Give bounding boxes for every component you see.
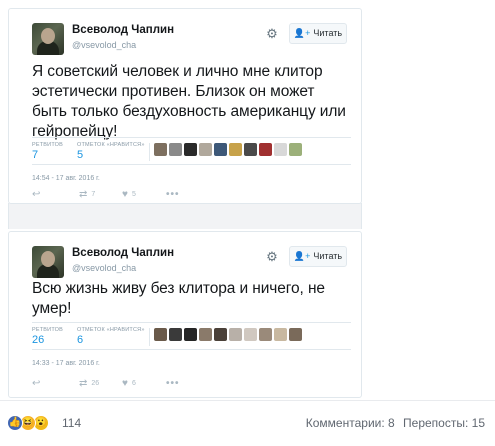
add-user-icon: 👤+: [293, 28, 311, 38]
follow-button[interactable]: 👤+ Читать: [289, 246, 347, 267]
retweet-action-count: 26: [91, 380, 100, 387]
liker-avatar[interactable]: [169, 328, 182, 341]
reactions[interactable]: 👍 😆 😮: [7, 415, 49, 431]
retweets-stat[interactable]: РЕТВИТОВ 26: [32, 327, 63, 346]
liker-avatar[interactable]: [184, 328, 197, 341]
liker-avatar[interactable]: [289, 328, 302, 341]
add-user-icon: 👤+: [293, 251, 311, 261]
like-action-count: 6: [131, 380, 136, 387]
liker-avatar[interactable]: [229, 328, 242, 341]
liker-avatar[interactable]: [214, 328, 227, 341]
liker-avatar[interactable]: [154, 143, 167, 156]
engagement-counts: Комментарии: 8 Перепосты: 15: [306, 416, 485, 430]
like-action-count: 5: [131, 191, 136, 198]
liker-avatar[interactable]: [259, 328, 272, 341]
liker-avatar[interactable]: [289, 143, 302, 156]
like-reaction-icon: 👍: [7, 415, 23, 431]
liker-avatar[interactable]: [154, 328, 167, 341]
retweets-count: 26: [32, 334, 45, 346]
likes-label: ОТМЕТОК «НРАВИТСЯ»: [77, 142, 145, 148]
tweet-separator: [8, 203, 362, 229]
likes-stat[interactable]: ОТМЕТОК «НРАВИТСЯ» 6: [77, 327, 145, 346]
retweet-action-count: 7: [91, 191, 96, 198]
liker-avatar[interactable]: [199, 143, 212, 156]
retweet-button[interactable]: ⇄ 26: [79, 378, 99, 389]
liker-avatar[interactable]: [259, 143, 272, 156]
more-icon[interactable]: •••: [166, 189, 180, 200]
tweet-actions: ↩ ⇄ 26 ♥ 6 •••: [32, 378, 232, 392]
reply-icon[interactable]: ↩: [32, 189, 40, 200]
heart-icon: ♥: [122, 189, 128, 200]
liker-avatars: [154, 143, 302, 157]
retweet-button[interactable]: ⇄ 7: [79, 189, 95, 200]
retweets-count: 7: [32, 149, 39, 161]
gear-icon[interactable]: ⚙: [265, 250, 279, 264]
liker-avatar[interactable]: [244, 143, 257, 156]
retweet-icon: ⇄: [79, 378, 88, 389]
avatar[interactable]: [32, 246, 64, 278]
likes-stat[interactable]: ОТМЕТОК «НРАВИТСЯ» 5: [77, 142, 145, 161]
author-handle[interactable]: @vsevolod_cha: [72, 263, 136, 273]
tweet-stats: РЕТВИТОВ 26 ОТМЕТОК «НРАВИТСЯ» 6: [32, 322, 351, 350]
likes-count: 6: [77, 334, 84, 346]
embedded-tweet: Всеволод Чаплин @vsevolod_cha ⚙ 👤+ Читать…: [8, 8, 362, 204]
likes-label: ОТМЕТОК «НРАВИТСЯ»: [77, 327, 145, 333]
liker-avatars: [154, 328, 302, 342]
like-button[interactable]: ♥ 6: [122, 378, 136, 389]
liker-avatar[interactable]: [184, 143, 197, 156]
like-button[interactable]: ♥ 5: [122, 189, 136, 200]
comments-link[interactable]: Комментарии: 8: [306, 416, 395, 430]
author-handle[interactable]: @vsevolod_cha: [72, 40, 136, 50]
heart-icon: ♥: [122, 378, 128, 389]
tweet-timestamp[interactable]: 14:54 - 17 авг. 2016 г.: [32, 175, 100, 182]
liker-avatar[interactable]: [274, 328, 287, 341]
liker-avatar[interactable]: [199, 328, 212, 341]
liker-avatar[interactable]: [169, 143, 182, 156]
retweet-icon: ⇄: [79, 189, 88, 200]
screenshot-stage: Всеволод Чаплин @vsevolod_cha ⚙ 👤+ Читать…: [0, 0, 495, 400]
follow-label: Читать: [313, 251, 343, 261]
divider: [149, 328, 150, 346]
tweet-timestamp[interactable]: 14:33 - 17 авг. 2016 г.: [32, 360, 100, 367]
likes-count: 5: [77, 149, 84, 161]
more-icon[interactable]: •••: [166, 378, 180, 389]
follow-label: Читать: [313, 28, 343, 38]
follow-button[interactable]: 👤+ Читать: [289, 23, 347, 44]
post-footer: 👍 😆 😮 114 Комментарии: 8 Перепосты: 15: [0, 400, 495, 446]
author-name[interactable]: Всеволод Чаплин: [72, 247, 174, 259]
retweets-label: РЕТВИТОВ: [32, 142, 63, 148]
shares-link[interactable]: Перепосты: 15: [403, 416, 485, 430]
embedded-tweet: Всеволод Чаплин @vsevolod_cha ⚙ 👤+ Читать…: [8, 231, 362, 398]
liker-avatar[interactable]: [244, 328, 257, 341]
gear-icon[interactable]: ⚙: [265, 27, 279, 41]
retweets-stat[interactable]: РЕТВИТОВ 7: [32, 142, 63, 161]
tweet-text: Всю жизнь живу без клитора и ничего, не …: [32, 280, 325, 317]
reaction-count[interactable]: 114: [62, 416, 81, 430]
retweets-label: РЕТВИТОВ: [32, 327, 63, 333]
tweet-text: Я советский человек и лично мне клитор э…: [32, 63, 346, 140]
liker-avatar[interactable]: [274, 143, 287, 156]
liker-avatar[interactable]: [214, 143, 227, 156]
tweet-header: Всеволод Чаплин @vsevolod_cha ⚙ 👤+ Читать: [32, 23, 361, 55]
liker-avatar[interactable]: [229, 143, 242, 156]
tweet-actions: ↩ ⇄ 7 ♥ 5 •••: [32, 189, 232, 203]
tweet-stats: РЕТВИТОВ 7 ОТМЕТОК «НРАВИТСЯ» 5: [32, 137, 351, 165]
divider: [149, 143, 150, 161]
reply-icon[interactable]: ↩: [32, 378, 40, 389]
avatar[interactable]: [32, 23, 64, 55]
author-name[interactable]: Всеволод Чаплин: [72, 24, 174, 36]
tweet-header: Всеволод Чаплин @vsevolod_cha ⚙ 👤+ Читать: [32, 246, 361, 278]
